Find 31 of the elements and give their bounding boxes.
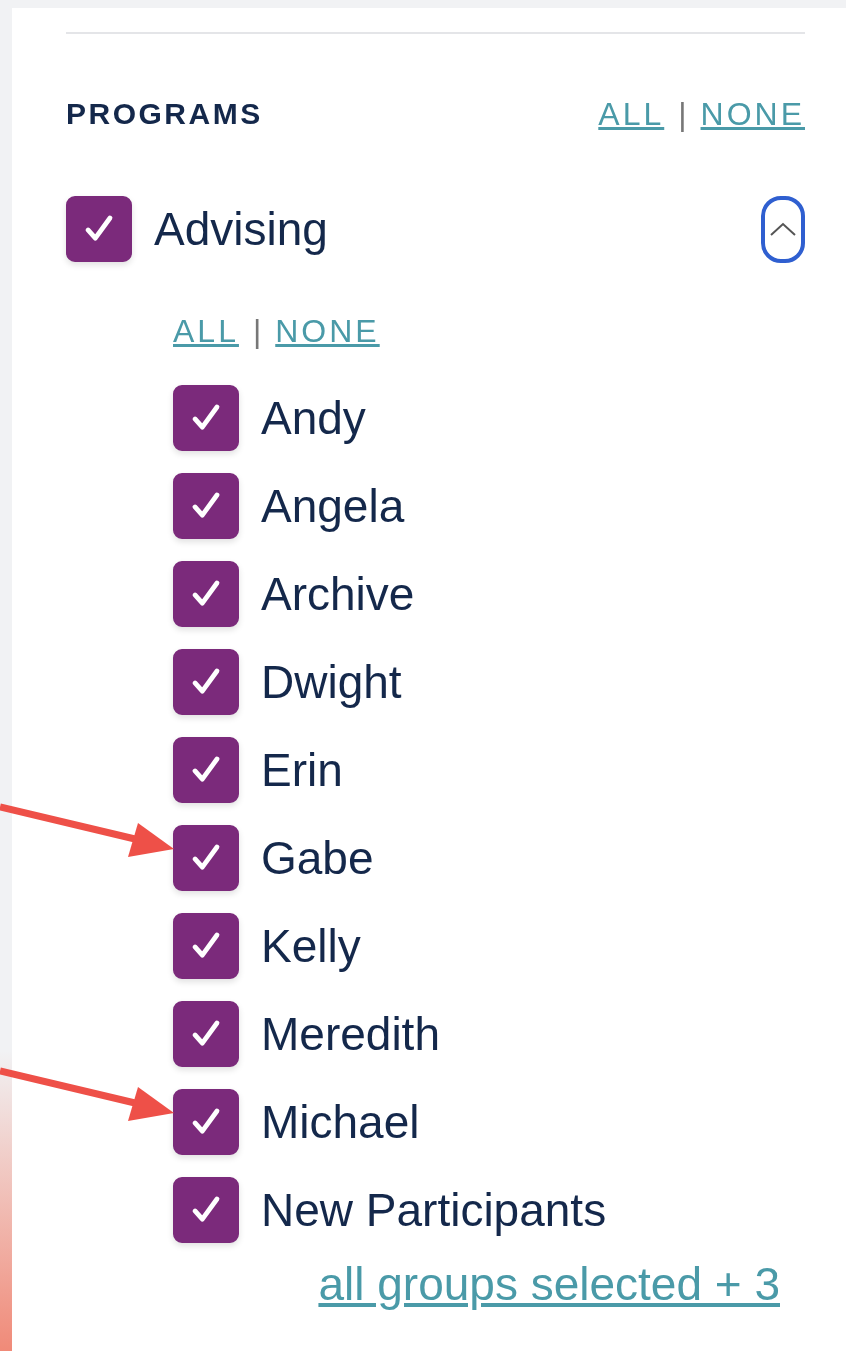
- item-label: Dwight: [261, 655, 402, 709]
- select-all-link[interactable]: ALL: [598, 95, 665, 133]
- item-label: New Participants: [261, 1183, 607, 1237]
- checkbox[interactable]: [173, 913, 239, 979]
- checkbox[interactable]: [173, 1001, 239, 1067]
- separator: |: [678, 95, 687, 133]
- group-label: Advising: [154, 202, 328, 256]
- checkbox[interactable]: [173, 737, 239, 803]
- section-title: PROGRAMS: [66, 97, 263, 131]
- item-label: Erin: [261, 743, 343, 797]
- checkbox[interactable]: [66, 196, 132, 262]
- checkbox[interactable]: [173, 1089, 239, 1155]
- checkbox[interactable]: [173, 473, 239, 539]
- separator: |: [252, 312, 262, 350]
- collapse-button[interactable]: [761, 195, 805, 263]
- item-label: Angela: [261, 479, 405, 533]
- select-none-link[interactable]: NONE: [700, 95, 805, 133]
- summary-link[interactable]: all groups selected + 3: [318, 1259, 780, 1310]
- checkbox[interactable]: [173, 649, 239, 715]
- item-label: Gabe: [261, 831, 374, 885]
- checkbox[interactable]: [173, 1177, 239, 1243]
- item-label: Kelly: [261, 919, 361, 973]
- checkbox[interactable]: [173, 385, 239, 451]
- item-label: Michael: [261, 1095, 420, 1149]
- select-none-link[interactable]: NONE: [275, 312, 380, 350]
- select-all-link[interactable]: ALL: [173, 312, 239, 350]
- checkbox[interactable]: [173, 561, 239, 627]
- item-label: Meredith: [261, 1007, 440, 1061]
- item-label: Archive: [261, 567, 415, 621]
- checkbox[interactable]: [173, 825, 239, 891]
- item-label: Andy: [261, 391, 366, 445]
